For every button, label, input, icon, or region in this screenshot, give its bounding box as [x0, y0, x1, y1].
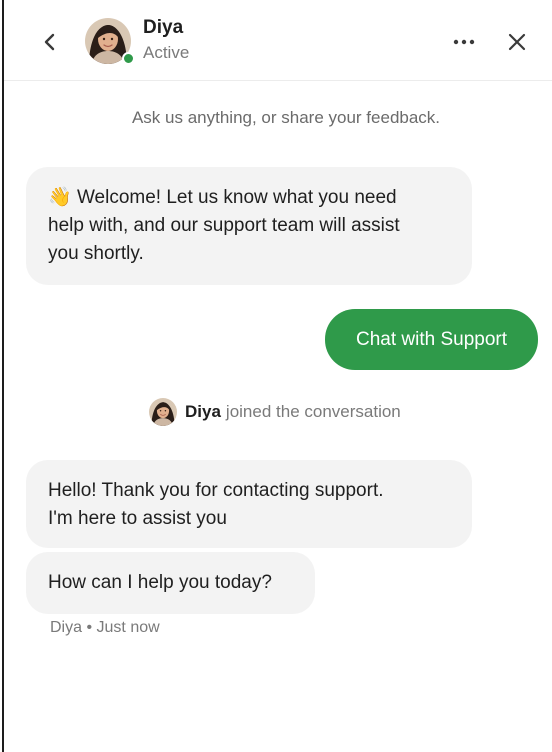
meta-time: Just now	[96, 619, 160, 636]
more-options-button[interactable]	[450, 30, 478, 54]
chevron-left-icon	[44, 33, 55, 51]
joined-agent-name: Diya	[185, 402, 221, 421]
meta-sender: Diya	[50, 619, 83, 636]
message-meta: Diya • Just now	[50, 619, 160, 637]
hello-line-2: I'm here to assist you	[48, 508, 227, 529]
more-horizontal-icon	[453, 39, 475, 45]
welcome-line-1: 👋 Welcome! Let us know what you need	[48, 187, 397, 208]
welcome-line-2: help with, and our support team will ass…	[48, 215, 400, 236]
online-status-dot	[122, 52, 135, 65]
agent-joined-notice: Diya joined the conversation	[149, 398, 401, 426]
agent-message-hello: Hello! Thank you for contacting support.…	[26, 460, 472, 548]
waving-hand-icon: 👋	[48, 187, 72, 208]
back-button[interactable]	[38, 30, 62, 54]
welcome-line-3: you shortly.	[48, 243, 144, 264]
agent-status: Active	[143, 43, 190, 62]
welcome-message: 👋 Welcome! Let us know what you need hel…	[26, 167, 472, 285]
close-icon	[508, 33, 526, 51]
chat-header: Diya Active	[4, 0, 552, 81]
chat-window: Diya Active Ask us anything, or share yo…	[0, 0, 552, 752]
agent-message-help: How can I help you today?	[26, 552, 315, 614]
agent-avatar-small	[149, 398, 177, 426]
agent-name: Diya	[143, 17, 184, 38]
close-button[interactable]	[504, 29, 530, 55]
joined-text: joined the conversation	[225, 402, 401, 421]
hello-line-1: Hello! Thank you for contacting support.	[48, 480, 384, 501]
help-text: How can I help you today?	[48, 572, 272, 593]
meta-separator: •	[86, 619, 93, 636]
intro-text: Ask us anything, or share your feedback.	[131, 108, 441, 127]
chat-with-support-button[interactable]: Chat with Support	[325, 309, 538, 370]
